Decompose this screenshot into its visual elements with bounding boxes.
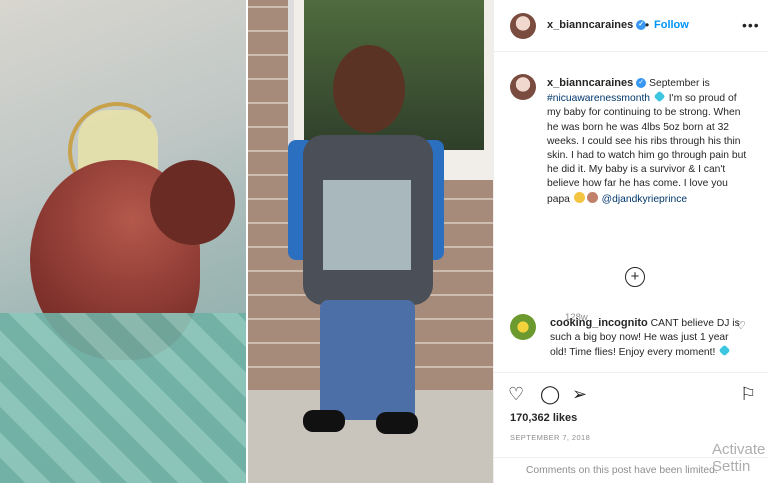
commenter-avatar[interactable]: [510, 314, 536, 340]
post-date[interactable]: SEPTEMBER 7, 2018: [510, 433, 590, 442]
author-username-text[interactable]: x_bianncaraines: [547, 19, 633, 31]
nicu-baby-photo: [0, 0, 246, 483]
caption-username[interactable]: x_bianncaraines: [547, 77, 633, 89]
caption-text: x_bianncaraines ✓ September is #nicuaware…: [547, 76, 753, 207]
kid-shirt-graphic: [323, 180, 411, 270]
kid-shoe-left: [303, 410, 345, 432]
save-bookmark-icon[interactable]: ⚐: [740, 384, 756, 404]
author-username[interactable]: x_bianncaraines ✓: [547, 19, 647, 31]
blanket: [0, 313, 246, 483]
load-more-comments-icon[interactable]: +: [625, 267, 645, 287]
share-paper-plane-icon[interactable]: ➢: [572, 384, 587, 404]
more-options-icon[interactable]: •••: [742, 17, 760, 33]
follow-button[interactable]: Follow: [654, 19, 689, 31]
caption-author-avatar[interactable]: [510, 74, 536, 100]
caption-part-1: September is: [649, 78, 710, 89]
activate-windows-watermark: Activate Settin: [712, 441, 766, 475]
post-photo[interactable]: [0, 0, 493, 483]
caption-hashtag[interactable]: #nicuawarenessmonth: [547, 93, 650, 104]
baby-emoji-icon: [586, 191, 598, 203]
likes-count[interactable]: 170,362 likes: [510, 412, 577, 424]
commenter-username[interactable]: cooking_incognito: [550, 317, 648, 329]
caption-part-2: I'm so proud of my baby for continuing t…: [547, 93, 747, 205]
separator-dot: •: [645, 18, 650, 32]
kiss-face-emoji-icon: [573, 191, 585, 203]
caption-mention[interactable]: @djandkyrieprince: [602, 194, 687, 205]
caption-verified-badge-icon: ✓: [636, 78, 647, 89]
comment-bubble-icon[interactable]: ◯: [540, 384, 560, 404]
author-avatar[interactable]: [510, 13, 536, 39]
like-heart-icon[interactable]: ♡: [508, 384, 524, 404]
post-side-panel: x_bianncaraines ✓ • Follow ••• x_bianncar…: [493, 0, 768, 483]
kid-shoe-right: [376, 412, 418, 434]
kid-pants: [320, 300, 415, 420]
kid-head: [333, 45, 405, 133]
comment-text: cooking_incognito CANT believe DJ is suc…: [550, 316, 740, 361]
boy-photo: [248, 0, 493, 483]
baby-head: [150, 160, 235, 245]
post-header: x_bianncaraines ✓ • Follow •••: [494, 0, 768, 52]
blue-heart-emoji-icon: [653, 90, 666, 103]
comment-like-heart-icon[interactable]: ♡: [736, 319, 746, 332]
comment-blue-heart-emoji-icon: [718, 345, 731, 357]
